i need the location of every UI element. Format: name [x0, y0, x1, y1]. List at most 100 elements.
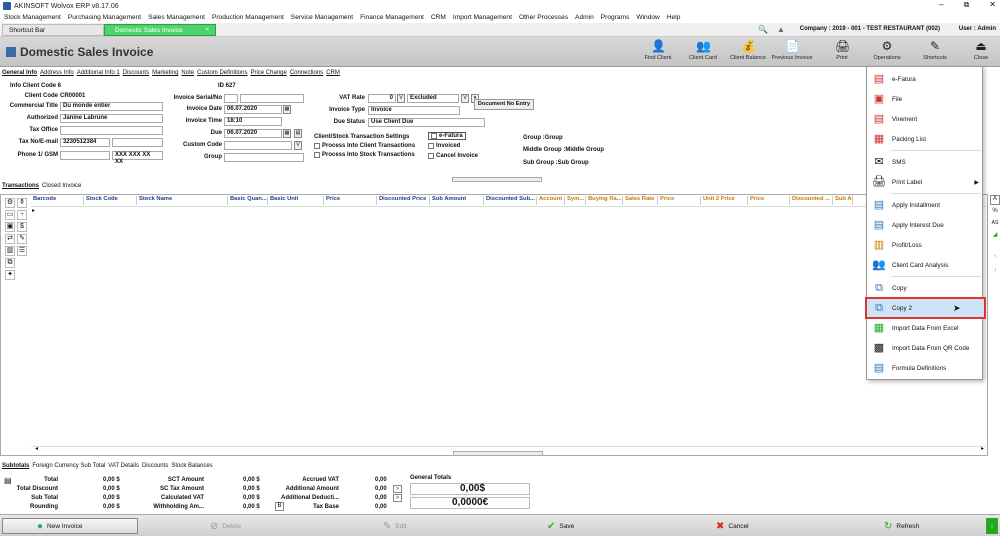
due-calendar-icon[interactable]: ▦: [283, 129, 291, 138]
copy-rows-icon[interactable]: ⧉: [5, 258, 15, 268]
scroll-left-icon[interactable]: ◂: [35, 445, 38, 452]
tab-vat-details[interactable]: VAT Details: [108, 463, 139, 469]
col-barcode[interactable]: Barcode: [31, 196, 84, 205]
tab-price-change[interactable]: Price Change: [250, 70, 286, 79]
refresh-button[interactable]: ↻ Refresh: [884, 518, 919, 534]
search-icon[interactable]: 🔍: [758, 25, 768, 34]
tab-marketing[interactable]: Marketing: [152, 70, 178, 79]
invoice-type-select[interactable]: Invoice: [368, 106, 460, 115]
col-discounted-sub[interactable]: Discounted Sub...: [484, 196, 537, 205]
invoiced-checkbox[interactable]: Invoiced: [428, 143, 460, 149]
due-picker-icon[interactable]: ▤: [294, 129, 302, 138]
menu-item-import-excel[interactable]: ▦ Import Data From Excel: [867, 318, 984, 338]
due-field[interactable]: 06.07.2020: [224, 129, 282, 138]
gsm-field[interactable]: XXX XXX XX XX: [112, 151, 163, 165]
save-button[interactable]: ✔ Save: [547, 518, 574, 534]
tax-no-field[interactable]: 3230512384: [60, 138, 110, 147]
document-no-entry-button[interactable]: Document No Entry: [474, 99, 534, 110]
tab-custom-definitions[interactable]: Custom Definitions: [197, 70, 247, 79]
col-sub-ar[interactable]: Sub Ar: [833, 196, 853, 205]
col-stock-code[interactable]: Stock Code: [84, 196, 137, 205]
tab-crm[interactable]: CRM: [326, 70, 340, 79]
col-price-3[interactable]: Price: [748, 196, 790, 205]
col-unit2-price[interactable]: Unit 2 Price: [701, 196, 748, 205]
menu-service[interactable]: Service Management: [291, 14, 353, 21]
vat-excluded-select[interactable]: Excluded: [407, 94, 459, 103]
find-client-button[interactable]: 👤 Find Client: [634, 39, 682, 66]
dollar-icon[interactable]: $: [17, 222, 27, 232]
calendar-icon[interactable]: ▦: [283, 105, 291, 114]
phone1-field[interactable]: [60, 151, 110, 160]
side-as-button[interactable]: AS: [990, 220, 1000, 229]
menu-item-apply-interest[interactable]: ▤ Apply Interest Due: [867, 215, 984, 235]
invoice-no-field[interactable]: [240, 94, 304, 103]
tab-close-icon[interactable]: ×: [205, 26, 209, 33]
col-buying-rate[interactable]: Buying Ra...: [586, 196, 623, 205]
menu-window[interactable]: Window: [636, 14, 659, 21]
invoice-time-field[interactable]: 18:10: [224, 117, 282, 126]
scroll-right-icon[interactable]: ▸: [981, 445, 984, 452]
menu-production[interactable]: Production Management: [212, 14, 284, 21]
col-price-2[interactable]: Price: [658, 196, 701, 205]
additional-amount-button[interactable]: >: [393, 485, 402, 493]
tab-discounts[interactable]: Discounts: [123, 70, 149, 79]
menu-item-profit-loss[interactable]: ▥ Profit/Loss: [867, 235, 984, 255]
menu-item-virement[interactable]: ▤ Virement: [867, 109, 984, 129]
tag-icon[interactable]: ✎: [17, 234, 27, 244]
list-icon[interactable]: ☰: [17, 246, 27, 256]
col-basic-quantity[interactable]: Basic Quan...: [228, 196, 268, 205]
col-price[interactable]: Price: [324, 196, 377, 205]
side-a-button[interactable]: A: [990, 195, 1000, 205]
menu-item-apply-installment[interactable]: ▤ Apply Installment: [867, 195, 984, 215]
vat-rate-dropdown[interactable]: V: [397, 94, 405, 103]
close-button[interactable]: ⏏ Close: [957, 39, 1000, 66]
col-sub-amount[interactable]: Sub Amount: [430, 196, 484, 205]
menu-item-copy-2[interactable]: ⧉ Copy 2 ➤: [865, 297, 986, 319]
col-discounted-3[interactable]: Discounted ...: [790, 196, 833, 205]
add-icon[interactable]: +: [17, 210, 27, 220]
tab-transactions[interactable]: Transactions: [2, 183, 39, 189]
client-card-button[interactable]: 👥 Client Card: [679, 39, 727, 66]
settings-icon[interactable]: ⚙: [5, 198, 15, 208]
client-balance-button[interactable]: 💰 Client Balance: [724, 39, 772, 66]
col-discounted-price[interactable]: Discounted Price: [377, 196, 430, 205]
menu-import[interactable]: Import Management: [453, 14, 512, 21]
menu-item-packing-list[interactable]: ▦ Packing List: [867, 129, 984, 149]
menu-item-file[interactable]: ▣ File: [867, 89, 984, 109]
tab-domestic-sales-invoice[interactable]: Domestic Sales Invoice ×: [104, 24, 216, 36]
side-chart-icon[interactable]: ◢: [990, 231, 1000, 240]
tab-foreign-currency[interactable]: Foreign Currency Sub Total: [32, 463, 105, 469]
close-window-button[interactable]: ✕: [989, 0, 996, 10]
wizard-icon[interactable]: ✦: [5, 270, 15, 280]
custom-code-field[interactable]: [224, 141, 292, 150]
tab-closed-invoice[interactable]: Closed Invoice: [42, 183, 81, 189]
transactions-grid[interactable]: ⚙ ⚱ ▭ + ▣ $ ⇄ ✎ ▥ ☰ ⧉ ✦ Barcode Stock Code St…: [0, 194, 988, 456]
cancel-invoice-checkbox[interactable]: Cancel Invoice: [428, 153, 478, 159]
transfer-icon[interactable]: ⇄: [5, 234, 15, 244]
menu-item-formula-definitions[interactable]: ▤ Formula Definitions: [867, 358, 984, 378]
basket-icon[interactable]: ⚱: [17, 198, 27, 208]
vat-excluded-dropdown[interactable]: V: [461, 94, 469, 103]
grid-splitter-handle[interactable]: [453, 451, 543, 456]
operations-button[interactable]: ⚙ Operations: [863, 39, 911, 66]
tab-shortcut-bar[interactable]: Shortcut Bar: [2, 24, 104, 36]
email-field[interactable]: [112, 138, 163, 147]
menu-item-sms[interactable]: ✉ SMS: [867, 152, 984, 172]
new-invoice-button[interactable]: ● New Invoice: [2, 518, 138, 534]
col-stock-name[interactable]: Stock Name: [137, 196, 228, 205]
col-sales-rate[interactable]: Sales Rate: [623, 196, 658, 205]
col-symbol[interactable]: Sym...: [565, 196, 586, 205]
efatura-checkbox[interactable]: e-Fatura: [428, 132, 466, 140]
menu-item-copy[interactable]: ⧉ Copy: [867, 278, 984, 298]
tab-address-info[interactable]: Address Info: [40, 70, 74, 79]
side-up-icon[interactable]: ↑: [990, 254, 1000, 263]
commercial-title-field[interactable]: Du monde entier: [60, 102, 163, 111]
col-account[interactable]: Account: [537, 196, 565, 205]
menu-item-client-card-analysis[interactable]: 👥 Client Card Analysis: [867, 255, 984, 275]
side-down-icon[interactable]: ↓: [990, 267, 1000, 276]
invoice-serial-field[interactable]: [224, 94, 238, 103]
print-button[interactable]: 🖨 Print: [818, 39, 866, 66]
tab-connections[interactable]: Connections: [290, 70, 323, 79]
menu-crm[interactable]: CRM: [431, 14, 446, 21]
menu-stock[interactable]: Stock Management: [4, 14, 61, 21]
